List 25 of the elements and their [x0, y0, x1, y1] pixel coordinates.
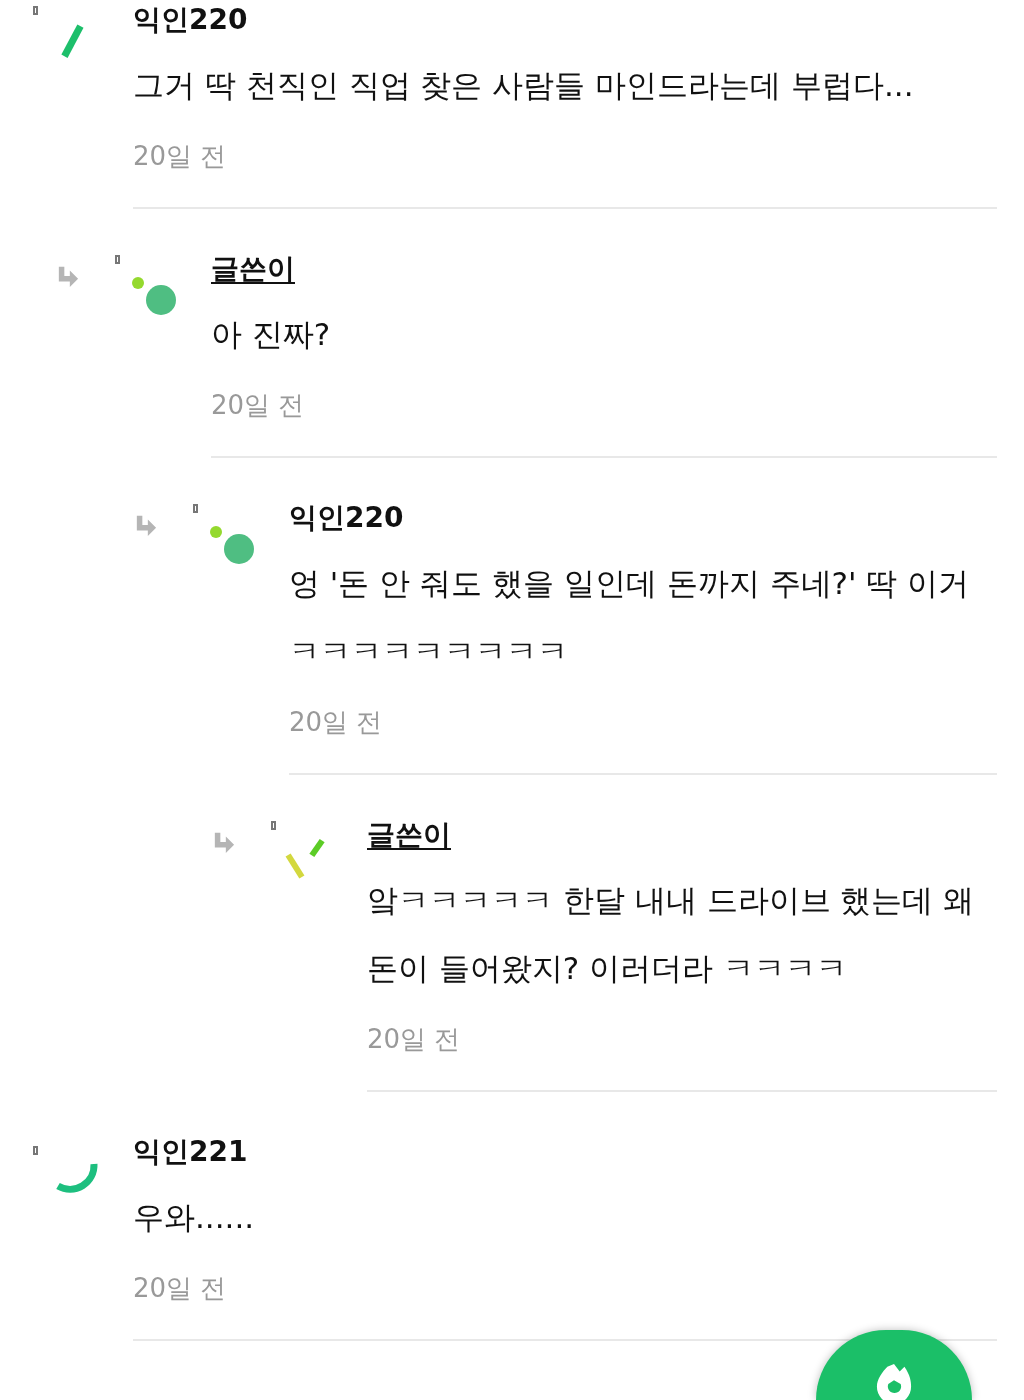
- author-name[interactable]: 글쓴이: [211, 249, 295, 289]
- comment-text: 앜ㅋㅋㅋㅋㅋ 한달 내내 드라이브 했는데 왜 돈이 들어왔지? 이러더라 ㅋㅋㅋㅋ: [367, 881, 976, 988]
- timestamp: 20일 전: [133, 1272, 228, 1305]
- floating-action-button[interactable]: [816, 1330, 972, 1400]
- missing-glyph-icon: [271, 821, 276, 830]
- reply-arrow-icon: [135, 514, 157, 536]
- comment-text: 그거 딱 천직인 직업 찾은 사람들 마인드라는데 부럽다...: [133, 66, 915, 105]
- timestamp: 20일 전: [211, 389, 306, 422]
- flame-icon: [875, 1362, 913, 1400]
- missing-glyph-icon: [193, 504, 198, 513]
- comment-text: 아 진짜?: [211, 315, 332, 354]
- missing-glyph-icon: [33, 6, 38, 15]
- comment-text: 엉 '돈 안 줘도 했을 일인데 돈까지 주네?' 딱 이거ㅋㅋㅋㅋㅋㅋㅋㅋㅋ: [289, 564, 971, 671]
- author-name: 익인221: [133, 1134, 248, 1170]
- missing-glyph-icon: [33, 1146, 38, 1155]
- author-name: 익인220: [133, 2, 248, 38]
- comment-text: 우와......: [133, 1198, 256, 1237]
- reply-arrow-icon: [57, 265, 79, 287]
- timestamp: 20일 전: [289, 706, 384, 739]
- author-name[interactable]: 글쓴이: [367, 815, 451, 855]
- timestamp: 20일 전: [367, 1023, 462, 1056]
- author-name: 익인220: [289, 500, 404, 536]
- reply-arrow-icon: [213, 831, 235, 853]
- timestamp: 20일 전: [133, 140, 228, 173]
- missing-glyph-icon: [115, 255, 120, 264]
